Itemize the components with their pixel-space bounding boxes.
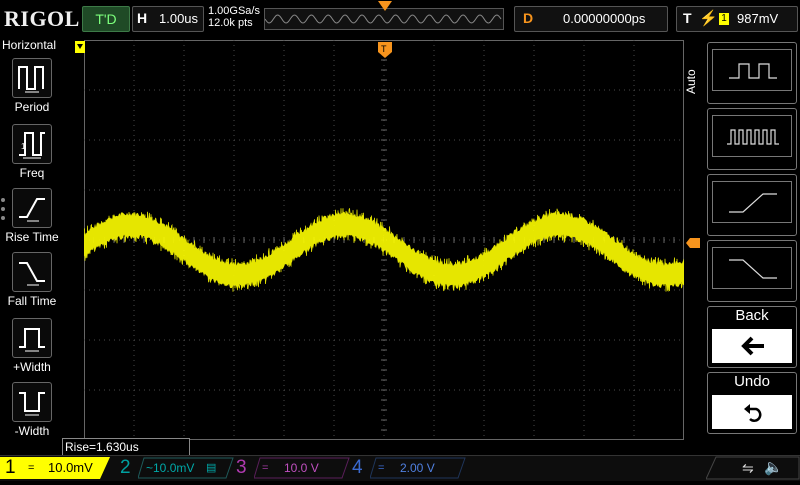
negative-width-icon: [12, 382, 52, 422]
measure-positive-width-button[interactable]: +Width: [4, 318, 60, 380]
channel-3-tab[interactable]: 3 = 10.0 V: [232, 457, 350, 479]
rise-time-icon: [12, 188, 52, 228]
rise-measurement-readout: Rise=1.630us: [62, 438, 190, 456]
timebase-box[interactable]: H 1.00us: [132, 6, 204, 32]
softkey-rising-slope[interactable]: [707, 174, 797, 236]
back-arrow-icon: [712, 329, 792, 363]
positive-width-label: +Width: [13, 360, 51, 374]
channel-3-scale: 10.0 V: [284, 461, 319, 475]
channel-2-number: 2: [120, 457, 131, 478]
channel-1-coupling: =: [28, 462, 35, 474]
single-pulse-icon: [712, 49, 792, 91]
undo-button[interactable]: Undo: [707, 372, 797, 434]
channel-4-tab[interactable]: 4 = 2.00 V: [348, 457, 466, 479]
softkey-pulse-train[interactable]: [707, 108, 797, 170]
measure-period-button[interactable]: Period: [4, 58, 60, 120]
channel-4-number: 4: [352, 457, 363, 478]
svg-text:T: T: [381, 44, 387, 54]
trigger-label: T: [683, 10, 692, 26]
trigger-time-marker[interactable]: T: [378, 42, 392, 63]
channel-3-coupling: =: [262, 462, 269, 474]
channel-1-waveform-band: [84, 211, 684, 289]
back-label: Back: [735, 307, 769, 324]
trigger-level-marker[interactable]: [686, 235, 700, 253]
pulse-train-icon: [712, 115, 792, 157]
fall-time-icon: [12, 252, 52, 292]
speaker-muted-icon[interactable]: 🔈: [764, 458, 783, 476]
channel-4-coupling: =: [378, 462, 385, 474]
channel-2-scale: ~10.0mV: [146, 461, 195, 475]
period-label: Period: [14, 100, 50, 114]
waveform-display[interactable]: [83, 39, 685, 441]
timebase-value: 1.00us: [159, 11, 199, 26]
sample-rate: 1.00GSa/s: [208, 5, 260, 17]
channel-4-scale: 2.00 V: [400, 461, 435, 475]
undo-label: Undo: [734, 373, 770, 390]
channel-1-tab[interactable]: 1 = 10.0mV: [0, 457, 110, 479]
channel-2-bw-limit-icon: ▤: [206, 462, 217, 474]
rise-time-label: Rise Time: [5, 230, 59, 244]
fall-time-label: Fall Time: [7, 294, 57, 308]
brand-logo: RIGOL: [4, 6, 80, 31]
timebase-label: H: [137, 10, 148, 26]
negative-width-label: -Width: [14, 424, 50, 438]
delay-box[interactable]: D 0.00000000ps: [514, 6, 668, 32]
measure-rise-time-button[interactable]: Rise Time: [4, 188, 60, 250]
ch1-offset-marker[interactable]: [75, 40, 85, 58]
softkey-falling-slope[interactable]: [707, 240, 797, 302]
graticule: [83, 39, 685, 441]
trigger-box[interactable]: T ⚡ 1 987mV: [676, 6, 798, 32]
freq-label: Freq: [19, 166, 45, 180]
positive-width-icon: [12, 318, 52, 358]
delay-value: 0.00000000ps: [563, 11, 646, 26]
measure-fall-time-button[interactable]: Fall Time: [4, 252, 60, 314]
undo-icon: [712, 395, 792, 429]
svg-text:1: 1: [21, 142, 26, 151]
trigger-position-marker: [378, 1, 392, 16]
rising-edge-icon: ⚡: [699, 10, 718, 27]
left-menu-title: Horizontal: [2, 38, 57, 52]
channel-2-tab[interactable]: 2 ~10.0mV ▤: [116, 457, 234, 479]
rising-slope-icon: [712, 181, 792, 223]
delay-label: D: [523, 10, 534, 26]
channel-1-number: 1: [5, 457, 16, 478]
frequency-icon: 1: [12, 124, 52, 164]
usb-icon: ⇋: [742, 460, 754, 476]
period-icon: [12, 58, 52, 98]
measure-negative-width-button[interactable]: -Width: [4, 382, 60, 444]
auto-mode-label: Auto: [684, 69, 698, 94]
softkey-pulse-pattern[interactable]: [707, 42, 797, 104]
memory-depth: 12.0k pts: [208, 17, 253, 29]
back-button[interactable]: Back: [707, 306, 797, 368]
trigger-source-badge: 1: [719, 13, 729, 25]
trigger-level-value: 987mV: [737, 11, 779, 26]
channel-1-scale: 10.0mV: [48, 460, 93, 475]
measure-freq-button[interactable]: 1 Freq: [4, 124, 60, 186]
falling-slope-icon: [712, 247, 792, 289]
run-state-badge[interactable]: T'D: [82, 6, 130, 32]
channel-3-number: 3: [236, 457, 247, 478]
